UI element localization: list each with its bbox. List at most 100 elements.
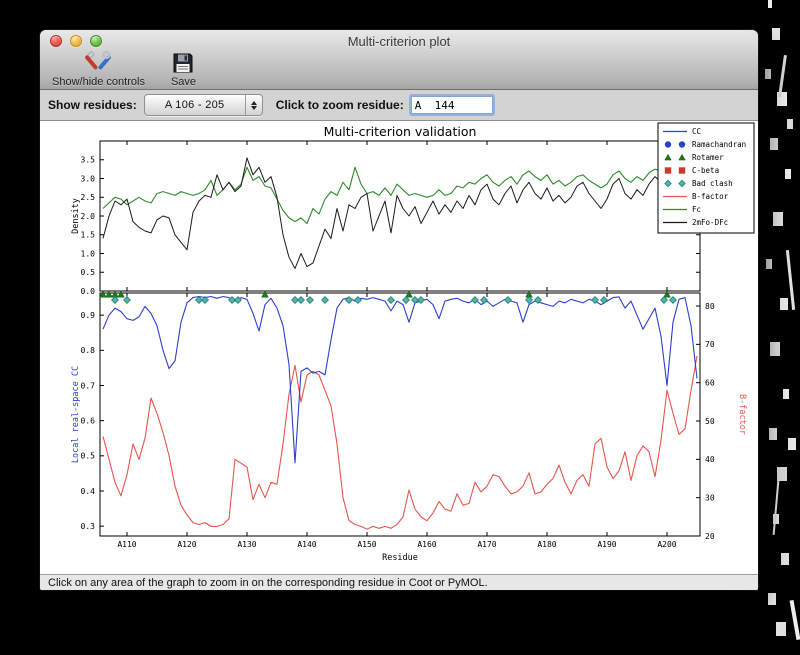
x-tick-label: A120 (177, 540, 196, 549)
show-hide-controls-label: Show/hide controls (52, 76, 145, 88)
bad-clash-marker[interactable] (660, 296, 668, 304)
bfactor-tick-label: 50 (705, 417, 715, 426)
cc-tick-label: 0.6 (81, 416, 96, 425)
rotamer-marker[interactable] (105, 290, 113, 298)
background-artifact (778, 54, 787, 98)
stepper-arrows-icon (244, 95, 262, 115)
bad-clash-marker[interactable] (600, 296, 608, 304)
save-label: Save (170, 76, 197, 88)
show-residues-label: Show residues: (48, 98, 137, 112)
bad-clash-marker[interactable] (525, 296, 533, 304)
x-axis-label: Residue (382, 553, 418, 563)
app-window: Multi-criterion plot Show/hide controls (40, 30, 758, 590)
x-tick-label: A130 (237, 540, 256, 549)
figure-title: Multi-criterion validation (324, 124, 477, 139)
bfactor-tick-label: 70 (705, 340, 715, 349)
x-tick-label: A170 (477, 540, 496, 549)
rotamer-marker[interactable] (117, 290, 125, 298)
status-bar: Click on any area of the graph to zoom i… (40, 574, 758, 590)
background-artifact (768, 0, 772, 8)
density-tick-label: 1.5 (81, 231, 96, 240)
bad-clash-marker[interactable] (471, 296, 479, 304)
bottom-panel-frame (99, 292, 701, 537)
bad-clash-marker[interactable] (387, 296, 395, 304)
x-tick-label: A200 (657, 540, 676, 549)
bad-clash-marker[interactable] (123, 296, 131, 304)
bad-clash-marker[interactable] (402, 296, 410, 304)
bad-clash-marker[interactable] (417, 296, 425, 304)
x-tick-label: A140 (297, 540, 316, 549)
floppy-disk-icon (172, 51, 194, 75)
legend-label: Fc (692, 205, 701, 214)
x-tick-label: A150 (357, 540, 376, 549)
x-tick-label: A180 (537, 540, 556, 549)
bad-clash-marker[interactable] (354, 296, 362, 304)
background-artifact (785, 250, 796, 310)
ramachandran-legend-marker[interactable] (664, 141, 672, 148)
window-title: Multi-criterion plot (347, 34, 451, 49)
c-beta-legend-marker[interactable] (664, 167, 672, 174)
bfactor-tick-label: 80 (705, 302, 715, 311)
cc-axis-label: Local real-space CC (71, 366, 81, 463)
legend-label: Rotamer (692, 153, 724, 162)
bad-clash-marker[interactable] (669, 296, 677, 304)
c-beta-legend-marker[interactable] (678, 167, 686, 174)
bfactor-line[interactable] (102, 355, 698, 530)
cc-tick-label: 0.9 (81, 311, 96, 320)
multi-criterion-figure[interactable]: Multi-criterion validation A110 A120 A130 A1… (40, 121, 758, 574)
rotamer-marker[interactable] (99, 290, 107, 298)
show-hide-controls-button[interactable]: Show/hide controls (52, 51, 145, 88)
bad-clash-marker[interactable] (480, 296, 488, 304)
zoom-residue-label: Click to zoom residue: (275, 98, 404, 112)
legend-label: Bad clash (692, 179, 733, 188)
bad-clash-marker[interactable] (504, 296, 512, 304)
bad-clash-marker[interactable] (321, 296, 329, 304)
rotamer-marker[interactable] (405, 290, 413, 298)
tools-icon (85, 51, 112, 75)
legend-label: CC (692, 127, 701, 136)
legend-label: Ramachandran (692, 140, 746, 149)
cc-line[interactable] (102, 295, 698, 464)
bfactor-tick-label: 60 (705, 378, 715, 387)
residue-range-select[interactable]: A 106 - 205 (143, 94, 263, 116)
rotamer-marker[interactable] (261, 290, 269, 298)
window-chrome: Multi-criterion plot Show/hide controls (40, 30, 758, 90)
density-tick-label: 0.0 (81, 287, 96, 296)
bad-clash-marker[interactable] (306, 296, 314, 304)
toolbar: Show/hide controls Save (40, 51, 758, 90)
x-tick-label: A190 (597, 540, 616, 549)
twomfo-dfc-line[interactable] (102, 157, 698, 269)
rotamer-marker[interactable] (663, 290, 671, 298)
legend-label: 2mFo-DFc (692, 218, 728, 227)
density-tick-label: 0.5 (81, 268, 96, 277)
bfactor-tick-label: 40 (705, 455, 715, 464)
x-tick-label: A160 (417, 540, 436, 549)
cc-tick-label: 0.7 (81, 381, 96, 390)
top-panel-frame (99, 140, 701, 292)
status-text: Click on any area of the graph to zoom i… (48, 577, 488, 589)
controls-bar: Show residues: A 106 - 205 Click to zoom… (40, 90, 758, 121)
bfactor-tick-label: 30 (705, 493, 715, 502)
cc-tick-label: 0.8 (81, 346, 96, 355)
title-bar[interactable]: Multi-criterion plot (40, 30, 758, 52)
ramachandran-legend-marker[interactable] (678, 141, 686, 148)
x-tick-label: A110 (117, 540, 136, 549)
legend-label: C-beta (692, 166, 719, 175)
cc-tick-label: 0.5 (81, 452, 96, 461)
zoom-residue-input[interactable] (408, 94, 495, 116)
bad-clash-marker[interactable] (111, 296, 119, 304)
background-artifact (789, 599, 800, 641)
bad-clash-marker[interactable] (297, 296, 305, 304)
density-tick-label: 3.0 (81, 174, 96, 183)
background-artifact (772, 480, 780, 535)
cc-tick-label: 0.3 (81, 522, 96, 531)
density-tick-label: 2.5 (81, 193, 96, 202)
density-tick-label: 2.0 (81, 212, 96, 221)
density-tick-label: 3.5 (81, 156, 96, 165)
bad-clash-marker[interactable] (345, 296, 353, 304)
bfactor-tick-label: 20 (705, 532, 715, 541)
save-button[interactable]: Save (171, 51, 196, 88)
desktop: { "window": { "title": "Multi-criterion … (0, 0, 800, 655)
bfactor-axis-label: B-factor (737, 394, 747, 435)
cc-tick-label: 0.4 (81, 487, 96, 496)
